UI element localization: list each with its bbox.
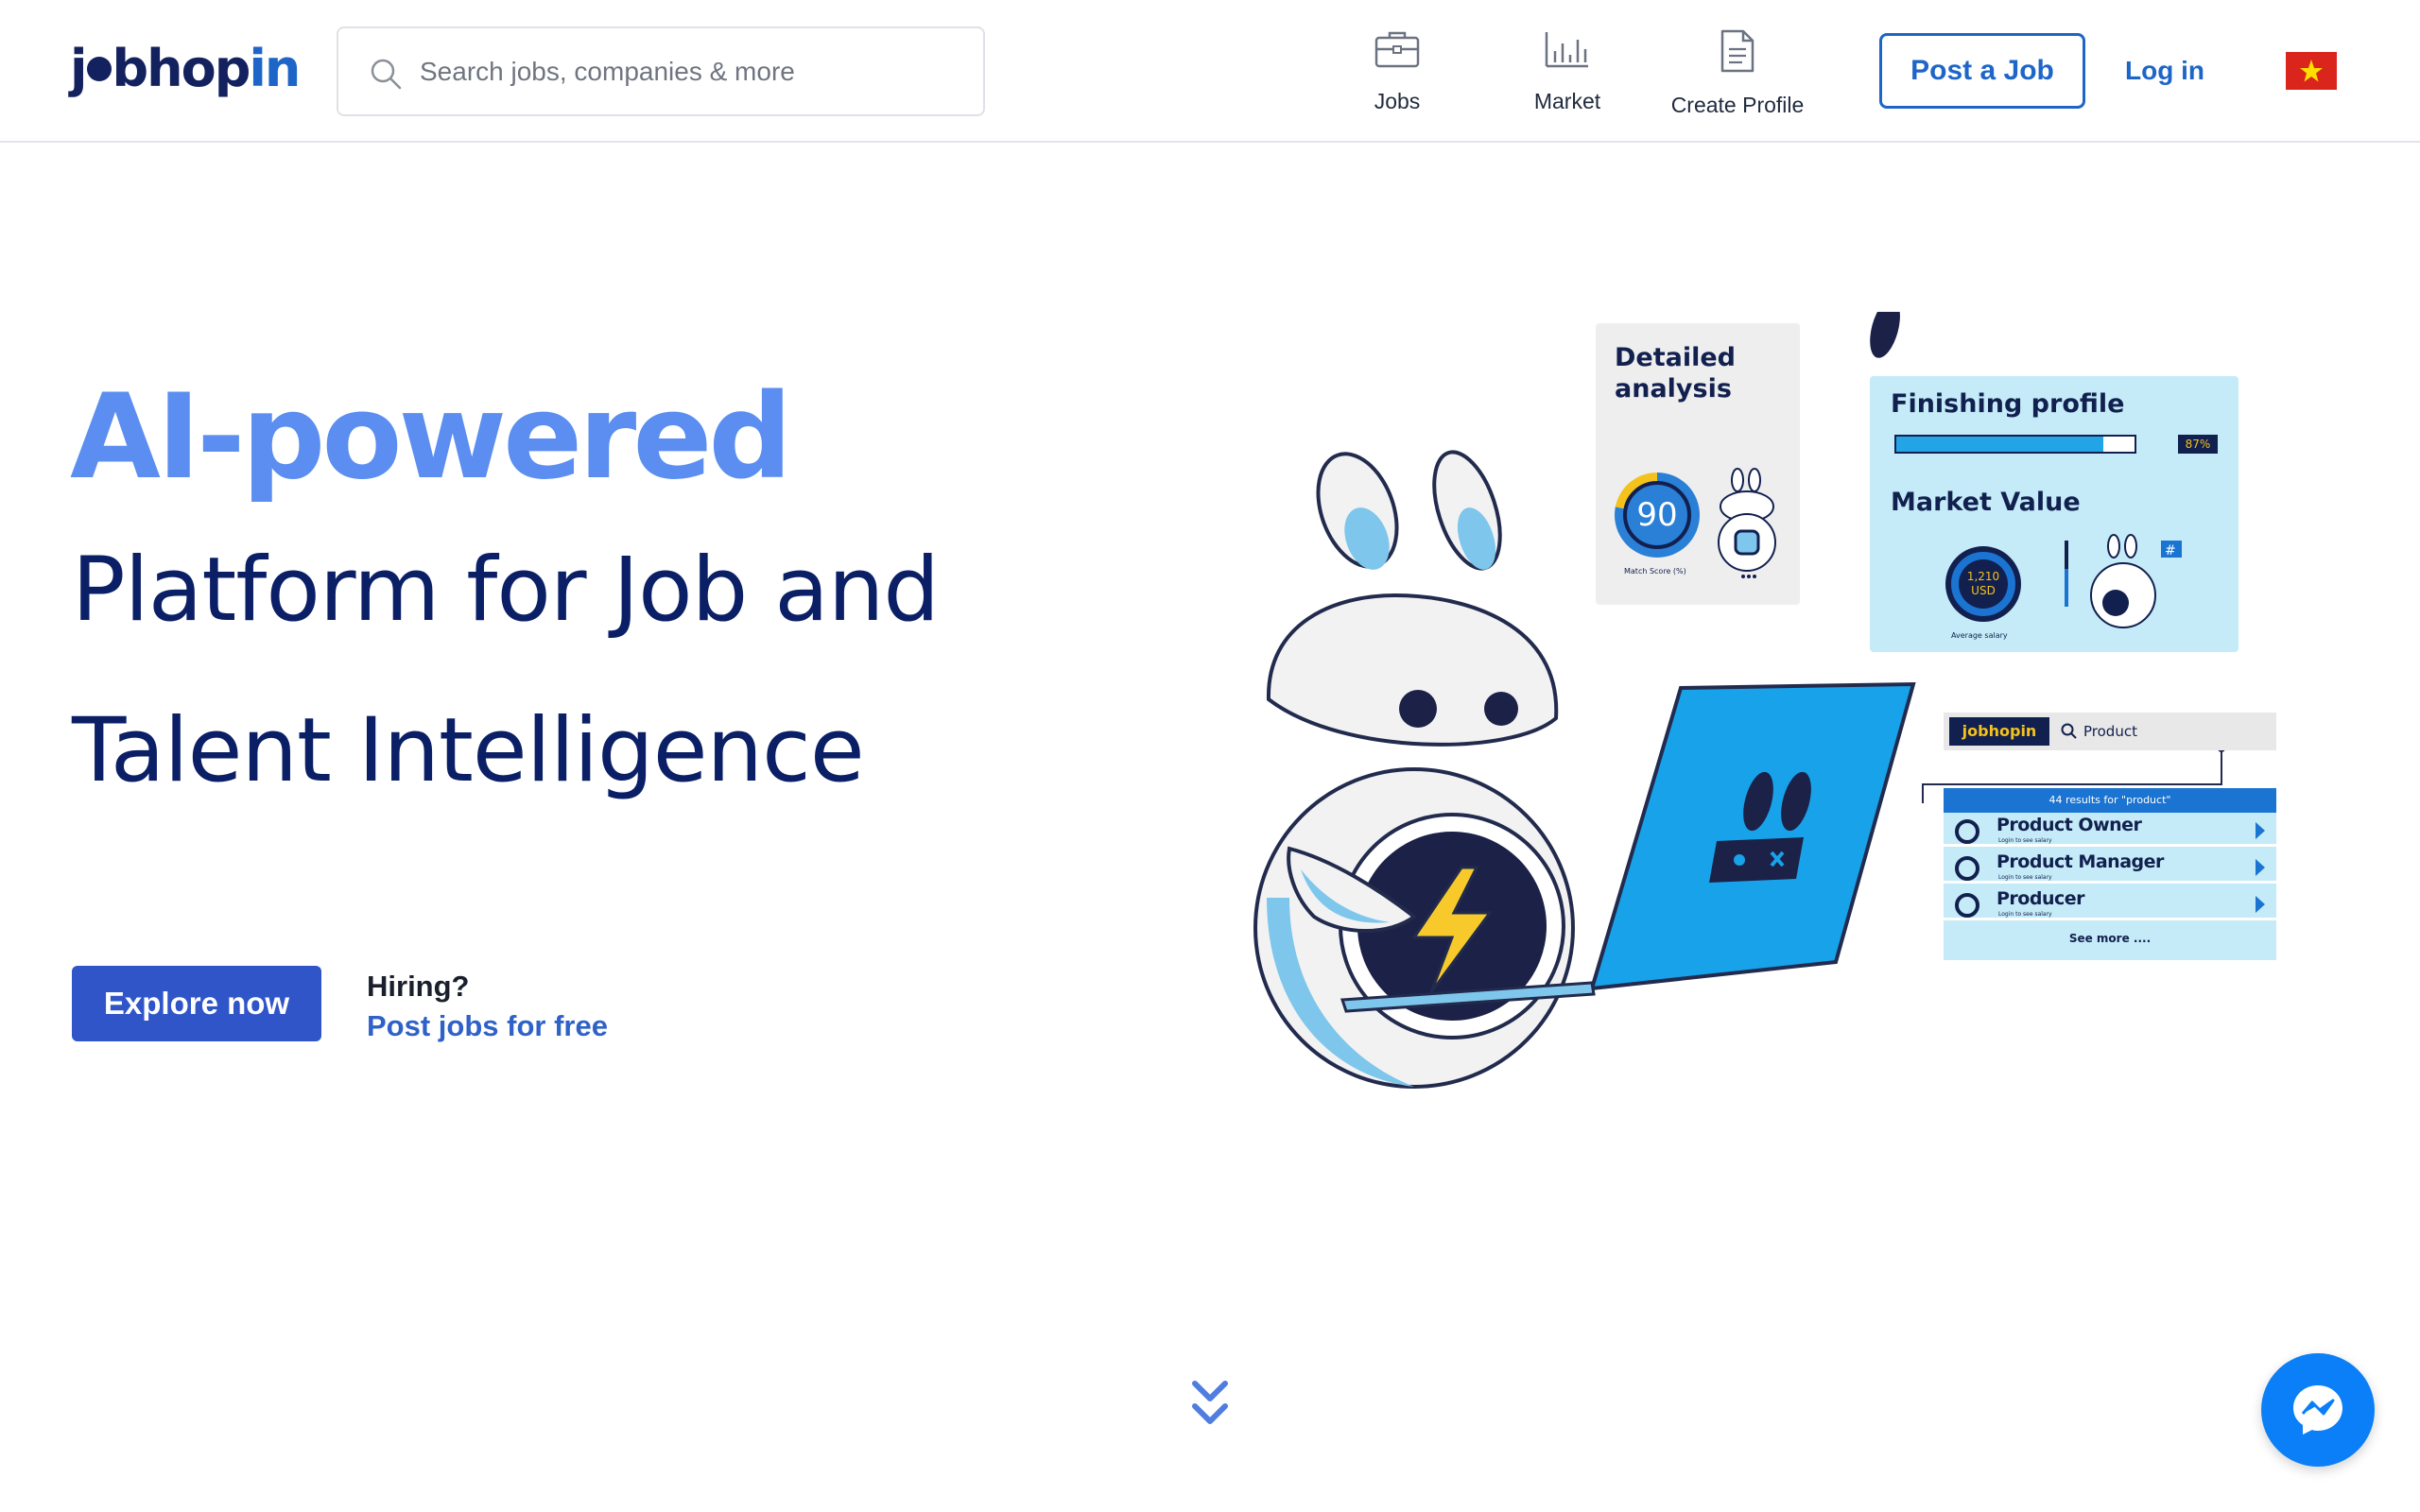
nav-market[interactable]: Market — [1511, 28, 1624, 132]
log-in-link[interactable]: Log in — [2125, 52, 2204, 90]
salary-caption: Average salary — [1951, 631, 2008, 640]
mini-robot-coin-icon: # — [2065, 534, 2182, 628]
nav-jobs-label: Jobs — [1374, 89, 1421, 113]
result-icon — [1955, 856, 1979, 881]
nav-create-profile[interactable]: Create Profile — [1662, 28, 1813, 132]
hero-headline-line-2: Talent Intelligence — [72, 699, 865, 802]
result-row: Producer Login to see salary — [1944, 886, 2276, 920]
briefcase-icon — [1374, 31, 1420, 68]
results-summary: 44 results for "product" — [1944, 788, 2276, 813]
market-value-title: Market Value — [1891, 488, 2081, 517]
search-icon — [371, 59, 402, 90]
search-input[interactable] — [420, 28, 959, 114]
double-chevron-down-icon[interactable] — [1191, 1378, 1229, 1431]
result-subtitle: Login to see salary — [1998, 911, 2052, 918]
result-subtitle: Login to see salary — [1998, 837, 2052, 844]
result-row: Product Owner Login to see salary — [1944, 813, 2276, 847]
hiring-label: Hiring? — [367, 970, 470, 1003]
hero-kicker: AI-powered — [70, 369, 792, 506]
hero-headline-line-1: Platform for Job and — [72, 539, 940, 642]
analysis-card-title: Detailed analysis — [1615, 343, 1736, 404]
mini-robot-icon — [1718, 468, 1776, 578]
messenger-chat-button[interactable] — [2261, 1353, 2375, 1467]
search-results-card: jobhopin Product 44 results for "product… — [1944, 713, 2276, 960]
hero-illustration: Detailed analysis 90 Match Score (%) Fin… — [1229, 312, 2307, 1125]
result-icon — [1955, 893, 1979, 918]
star-icon — [2300, 60, 2323, 82]
nav-create-profile-label: Create Profile — [1670, 93, 1805, 117]
mini-logo: jobhopin — [1949, 717, 2049, 746]
match-score-caption: Match Score (%) — [1624, 567, 1686, 576]
chevron-right-icon — [2256, 822, 2265, 839]
site-header: jbhopin Jobs Market — [0, 0, 2420, 143]
logo-dot — [86, 57, 112, 82]
salary-unit: USD — [1971, 584, 1996, 597]
vietnam-flag-icon[interactable] — [2286, 52, 2337, 90]
match-score-ring: 90 — [1615, 472, 1700, 558]
nav-jobs[interactable]: Jobs — [1340, 28, 1454, 132]
result-title: Producer — [1996, 888, 2085, 909]
explore-now-button[interactable]: Explore now — [72, 966, 321, 1041]
robot-left-eye — [1399, 690, 1437, 728]
bar-chart-icon — [1545, 32, 1588, 68]
chevron-right-icon — [2256, 896, 2265, 913]
see-more-label: See more .... — [2068, 932, 2152, 945]
logo-text-bhop: bhop — [112, 39, 251, 98]
laptop-screen — [1589, 681, 1916, 991]
profile-progress-label: 87% — [2178, 435, 2218, 454]
mini-results-list: 44 results for "product" Product Owner L… — [1944, 788, 2276, 960]
logo-text-j: j — [70, 39, 87, 98]
profile-progress-fill — [1896, 437, 2104, 452]
search-box[interactable] — [337, 26, 985, 116]
messenger-icon — [2293, 1385, 2342, 1435]
finishing-profile-title: Finishing profile — [1891, 389, 2125, 419]
result-subtitle: Login to see salary — [1998, 874, 2052, 881]
profile-progress-bar — [1894, 435, 2136, 454]
svg-text:#: # — [2165, 543, 2176, 558]
post-a-job-button[interactable]: Post a Job — [1879, 33, 2085, 109]
detailed-analysis-card: Detailed analysis 90 Match Score (%) — [1596, 323, 1800, 605]
chevron-right-icon — [2256, 859, 2265, 876]
salary-coin: 1,210 USD — [1945, 546, 2021, 622]
logo-text-in: in — [249, 39, 301, 98]
salary-value: 1,210 — [1966, 570, 2000, 583]
result-row: Product Manager Login to see salary — [1944, 850, 2276, 884]
mini-search-query: Product — [2083, 723, 2137, 740]
robot-right-eye — [1484, 692, 1518, 726]
match-score-value: 90 — [1623, 481, 1691, 549]
finishing-profile-card: Finishing profile 87% Market Value 1,210… — [1870, 376, 2238, 652]
post-jobs-free-link[interactable]: Post jobs for free — [367, 1009, 608, 1043]
nav-market-label: Market — [1533, 89, 1601, 113]
result-title: Product Manager — [1996, 851, 2164, 872]
mini-search-bar: jobhopin Product — [1944, 713, 2276, 750]
result-icon — [1955, 819, 1979, 844]
result-title: Product Owner — [1996, 815, 2142, 835]
document-icon — [1720, 29, 1754, 73]
mini-search-icon — [2061, 723, 2077, 739]
jobhopin-logo[interactable]: j bhopin — [70, 36, 301, 102]
salary-coin-inner: 1,210 USD — [1959, 559, 2008, 609]
